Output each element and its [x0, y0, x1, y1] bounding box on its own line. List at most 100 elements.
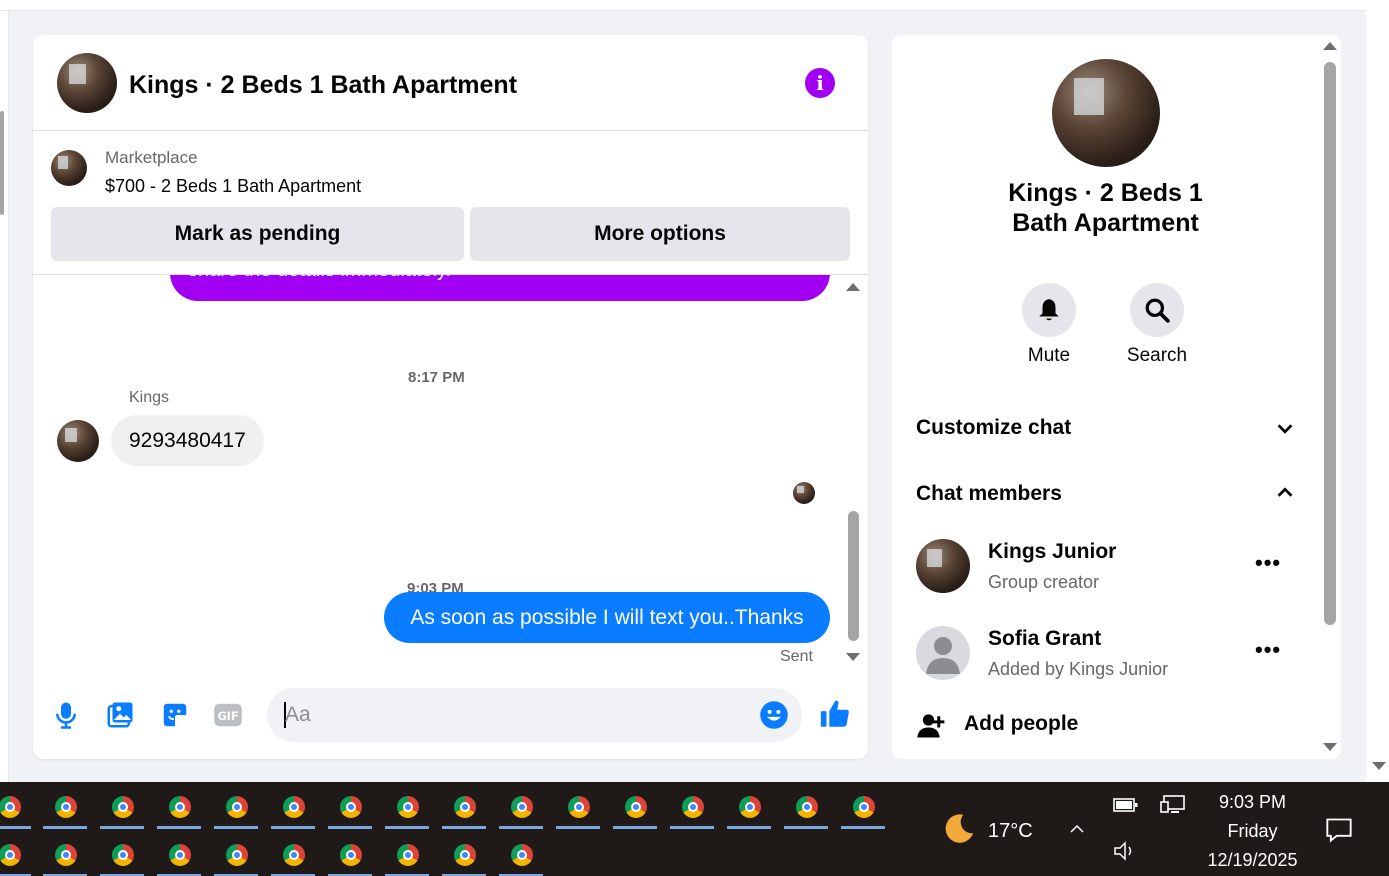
member-avatar[interactable]	[916, 539, 970, 593]
moon-icon[interactable]	[942, 812, 976, 846]
chat-members-row[interactable]: Chat members	[916, 482, 1062, 506]
chrome-taskbar-icon[interactable]	[0, 832, 31, 876]
member-name[interactable]: Sofia Grant	[988, 627, 1101, 651]
clock-day[interactable]: Friday	[1200, 821, 1305, 842]
customize-chat-row[interactable]: Customize chat	[916, 416, 1071, 440]
chevron-down-icon[interactable]	[1274, 418, 1296, 440]
notification-icon[interactable]	[1325, 816, 1353, 844]
chrome-taskbar-icon[interactable]	[499, 784, 543, 830]
panel-avatar[interactable]	[1052, 59, 1160, 167]
chrome-taskbar-icon[interactable]	[556, 784, 600, 830]
member-avatar[interactable]	[916, 626, 970, 680]
member-options-icon[interactable]: •••	[1255, 550, 1281, 576]
sticker-icon[interactable]	[160, 700, 190, 730]
chrome-taskbar-icon[interactable]	[784, 784, 828, 830]
chrome-taskbar-icon[interactable]	[499, 832, 543, 876]
chrome-taskbar-icon[interactable]	[385, 784, 429, 830]
panel-scroll-up-icon[interactable]	[1323, 42, 1337, 50]
chrome-taskbar-icon[interactable]	[157, 832, 201, 876]
clock-time[interactable]: 9:03 PM	[1200, 792, 1305, 813]
message-input[interactable]	[285, 688, 745, 742]
chrome-taskbar-icon[interactable]	[841, 784, 885, 830]
read-receipt-avatar	[793, 482, 815, 504]
outgoing-message-bubble[interactable]: As soon as possible I will text you..Tha…	[384, 592, 830, 643]
scroll-up-icon[interactable]	[846, 283, 860, 291]
battery-icon[interactable]	[1113, 796, 1139, 814]
chrome-taskbar-icon[interactable]	[214, 784, 258, 830]
sender-name: Kings	[129, 389, 170, 406]
chrome-taskbar-icon[interactable]	[271, 784, 315, 830]
scroll-down-icon[interactable]	[846, 653, 860, 661]
left-scroll-thumb[interactable]	[0, 111, 4, 215]
more-options-button[interactable]: More options	[470, 207, 850, 261]
bell-icon	[1039, 299, 1059, 321]
chrome-taskbar-icon[interactable]	[157, 784, 201, 830]
mute-label: Mute	[1027, 345, 1071, 366]
listing-source: Marketplace	[105, 148, 198, 167]
chrome-taskbar-icon[interactable]	[328, 784, 372, 830]
chrome-taskbar-icon[interactable]	[613, 784, 657, 830]
gif-icon[interactable]: GIF	[213, 700, 243, 730]
chevron-up-icon[interactable]	[1274, 482, 1296, 504]
add-person-icon[interactable]	[916, 710, 946, 740]
chrome-taskbar-icon[interactable]	[100, 784, 144, 830]
chrome-taskbar-icon[interactable]	[43, 784, 87, 830]
chrome-taskbar-icon[interactable]	[0, 784, 31, 830]
chat-header: Kings · 2 Beds 1 Bath Apartment i	[33, 35, 868, 131]
emoji-icon[interactable]	[759, 700, 789, 730]
chrome-taskbar-icon[interactable]	[670, 784, 714, 830]
panel-scroll-thumb[interactable]	[1324, 62, 1336, 625]
search-label: Search	[1126, 345, 1188, 366]
marketplace-listing-bar: Marketplace $700 - 2 Beds 1 Bath Apartme…	[33, 132, 868, 275]
listing-title[interactable]: $700 - 2 Beds 1 Bath Apartment	[105, 176, 361, 197]
member-role: Added by Kings Junior	[988, 659, 1169, 679]
message-scrollbar-thumb[interactable]	[848, 511, 859, 641]
left-edge	[0, 11, 9, 782]
top-bar	[0, 0, 1366, 11]
chrome-taskbar-icon[interactable]	[442, 832, 486, 876]
chrome-taskbar-icon[interactable]	[727, 784, 771, 830]
clock-date[interactable]: 12/19/2025	[1200, 850, 1305, 871]
member-name[interactable]: Kings Junior	[988, 540, 1116, 564]
microphone-icon[interactable]	[51, 700, 81, 730]
chrome-taskbar-icon[interactable]	[271, 832, 315, 876]
message-list[interactable]: share the details immediately. 8:17 PM K…	[33, 245, 868, 675]
member-options-icon[interactable]: •••	[1255, 637, 1281, 663]
chevron-up-icon[interactable]	[1066, 820, 1088, 838]
svg-text:GIF: GIF	[217, 710, 238, 723]
search-icon	[1145, 298, 1170, 323]
listing-thumbnail[interactable]	[51, 150, 87, 186]
message-text: 9293480417	[129, 429, 246, 452]
window-right-edge	[1366, 0, 1389, 782]
chat-avatar[interactable]	[57, 53, 117, 113]
message-timestamp: 8:17 PM	[408, 369, 465, 386]
thumbs-up-icon[interactable]	[818, 697, 852, 731]
chrome-taskbar-icon[interactable]	[442, 784, 486, 830]
chat-title[interactable]: Kings · 2 Beds 1 Bath Apartment	[129, 71, 517, 100]
mark-as-pending-button[interactable]: Mark as pending	[51, 207, 464, 261]
info-icon[interactable]: i	[805, 68, 835, 98]
message-status: Sent	[780, 648, 813, 665]
photo-icon[interactable]	[105, 700, 135, 730]
taskbar: 17°C 9:03 PM Friday 12/19/2025	[0, 782, 1389, 876]
panel-scroll-down-icon[interactable]	[1323, 743, 1337, 751]
chrome-taskbar-icon[interactable]	[328, 832, 372, 876]
chrome-taskbar-icon[interactable]	[385, 832, 429, 876]
mute-button[interactable]	[1022, 283, 1076, 337]
message-input-box[interactable]	[267, 688, 802, 742]
chrome-taskbar-icon[interactable]	[43, 832, 87, 876]
search-button[interactable]	[1130, 283, 1184, 337]
person-icon	[926, 637, 960, 674]
volume-icon[interactable]	[1112, 840, 1138, 862]
chat-window: Kings · 2 Beds 1 Bath Apartment i Market…	[33, 35, 868, 759]
network-icon[interactable]	[1160, 794, 1186, 816]
window-scroll-down-icon[interactable]	[1372, 762, 1386, 770]
chrome-taskbar-icon[interactable]	[100, 832, 144, 876]
weather-temperature[interactable]: 17°C	[988, 820, 1033, 843]
chat-info-panel: Kings · 2 Beds 1 Bath Apartment Mute Sea…	[892, 35, 1341, 759]
composer: GIF	[33, 680, 868, 750]
chrome-taskbar-icon[interactable]	[214, 832, 258, 876]
add-people-button[interactable]: Add people	[964, 712, 1078, 736]
incoming-message-bubble[interactable]: 9293480417	[111, 415, 264, 466]
sender-avatar[interactable]	[57, 420, 99, 462]
